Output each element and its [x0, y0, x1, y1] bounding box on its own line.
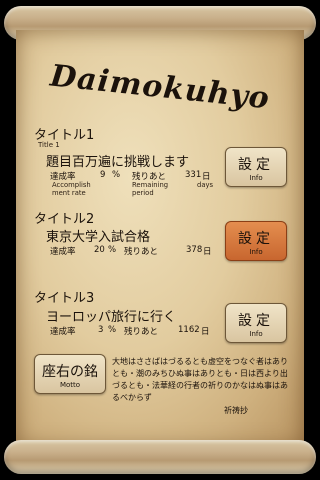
section-1-settings-button[interactable]: 設定 Info [225, 147, 287, 187]
section-1-rate-label-en: Accomplish [52, 181, 91, 189]
section-1-goal: 題目百万遍に挑戦します [46, 155, 190, 170]
section-1-remaining-label-en2: period [132, 189, 154, 197]
section-2-settings-sub: Info [249, 248, 263, 256]
section-1-remaining-label-en: Remaining [132, 181, 169, 189]
section-1-remaining-unit-en: days [197, 181, 214, 189]
section-3-remaining-unit: 日 [201, 327, 210, 337]
motto-signature: 祈祷抄 [224, 406, 248, 415]
section-3-settings-label: 設定 [238, 313, 274, 329]
section-2-goal: 東京大学入試合格 [46, 230, 151, 245]
section-1-rate-label-en2: ment rate [52, 189, 86, 197]
section-3-rate-value: 3 [98, 325, 104, 335]
section-1-title-en: Title 1 [38, 141, 60, 149]
section-2-rate-value: 20 [94, 245, 105, 255]
section-1-settings-label: 設定 [238, 157, 274, 173]
motto-button-sub: Motto [59, 381, 81, 389]
section-1-settings-sub: Info [249, 174, 263, 182]
section-3-rate-label: 達成率 [50, 327, 76, 337]
section-1-rate-unit: % [112, 170, 121, 180]
section-3-title: タイトル3 [34, 291, 95, 306]
motto-button[interactable]: 座右の銘 Motto [34, 354, 106, 394]
section-1-remaining-value: 331 [185, 170, 202, 180]
section-3-settings-button[interactable]: 設定 Info [225, 303, 287, 343]
section-3-goal: ヨーロッパ旅行に行く [46, 310, 177, 325]
section-2-remaining-label: 残りあと [124, 247, 159, 257]
motto-button-label: 座右の銘 [42, 364, 98, 380]
scroll-bottom-roll [4, 440, 316, 474]
section-2-remaining-unit: 日 [203, 247, 212, 257]
section-2-settings-button[interactable]: 設定 Info [225, 221, 287, 261]
section-2-remaining-value: 378 [186, 245, 203, 255]
section-1-rate-value: 9 [100, 170, 106, 180]
section-2-settings-label: 設定 [238, 231, 274, 247]
section-3-settings-sub: Info [249, 330, 263, 338]
section-3-remaining-value: 1162 [178, 325, 200, 335]
section-3-remaining-label: 残りあと [124, 327, 159, 337]
section-2-rate-label: 達成率 [50, 247, 76, 257]
section-2-title: タイトル2 [34, 212, 95, 227]
motto-text: 大地はささばはづるるとも虚空をつなぐ者はありとも・潮のみちひぬ事はありとも・日は… [112, 357, 288, 402]
section-2-rate-unit: % [108, 245, 117, 255]
section-3-rate-unit: % [108, 325, 117, 335]
